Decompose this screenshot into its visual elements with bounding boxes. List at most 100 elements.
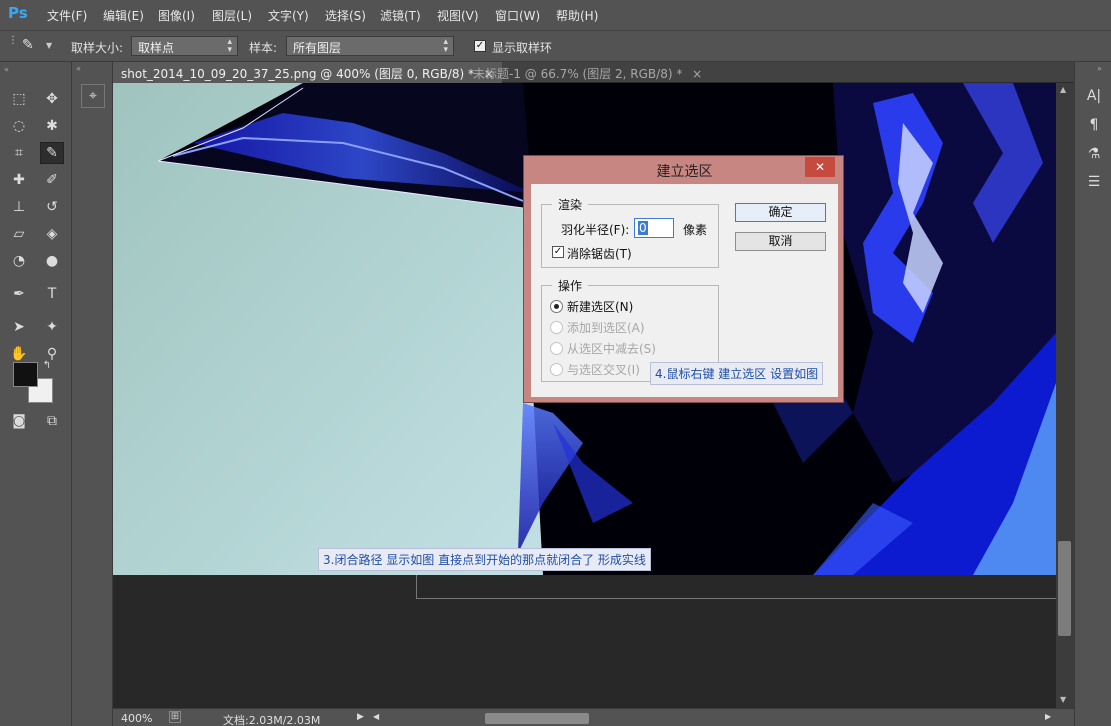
annotation-step-3: 3.闭合路径 显示如图 直接点到开始的那点就闭合了 形成实线 — [318, 548, 651, 571]
menu-type[interactable]: 文字(Y) — [268, 7, 309, 24]
show-ring-label: 显示取样环 — [492, 41, 553, 55]
lasso-icon[interactable]: ◌ — [7, 115, 31, 137]
share-icon[interactable]: ⊞ — [169, 711, 181, 723]
tab-untitled[interactable]: 未标题-1 @ 66.7% (图层 2, RGB/8) * × — [465, 62, 710, 83]
scroll-right-icon[interactable]: ▶ — [1045, 712, 1051, 721]
path-outline — [416, 575, 1056, 599]
photoshop-window: Ps 文件(F) 编辑(E) 图像(I) 图层(L) 文字(Y) 选择(S) 滤… — [0, 0, 1111, 726]
menu-window[interactable]: 窗口(W) — [495, 7, 540, 24]
menu-file[interactable]: 文件(F) — [47, 7, 87, 24]
magic-wand-icon[interactable]: ✱ — [40, 115, 64, 137]
chevron-down-icon[interactable]: ▼ — [46, 41, 52, 50]
tab-label: 未标题-1 @ 66.7% (图层 2, RGB/8) * — [473, 67, 683, 81]
sample-size-select[interactable]: 取样点 ▴ ▾ — [131, 36, 238, 56]
collapse-icon[interactable]: « — [76, 64, 81, 73]
tool-presets-icon[interactable]: ⚗ — [1085, 146, 1103, 164]
marquee-icon[interactable]: ⬚ — [7, 88, 31, 110]
annotation-step-4: 4.鼠标右键 建立选区 设置如图 — [650, 362, 824, 385]
menu-help[interactable]: 帮助(H) — [556, 7, 598, 24]
close-icon[interactable]: ✕ — [805, 157, 835, 177]
quick-mask-icon[interactable]: ◙ — [7, 410, 31, 432]
antialias-label: 消除锯齿(T) — [567, 247, 632, 261]
feather-unit: 像素 — [683, 223, 708, 237]
path-selection-icon[interactable]: ➤ — [7, 316, 31, 338]
eyedropper-preset-icon[interactable]: ✎ — [22, 37, 34, 53]
show-ring-checkbox[interactable]: ✓ — [474, 40, 486, 52]
move-icon[interactable]: ✥ — [40, 88, 64, 110]
menu-layer[interactable]: 图层(L) — [212, 7, 252, 24]
right-panel-column: » A| ¶ ⚗ ☰ — [1074, 62, 1111, 726]
cancel-button[interactable]: 取消 — [735, 232, 826, 251]
pen-icon[interactable]: ✒ — [7, 283, 31, 305]
adjustments-icon[interactable]: ☰ — [1085, 174, 1103, 192]
close-icon[interactable]: × — [692, 67, 702, 81]
sample-size-label: 取样大小: — [71, 41, 124, 55]
new-selection-radio[interactable] — [550, 300, 563, 313]
dialog-title: 建立选区 — [656, 164, 713, 180]
subtract-selection-label: 从选区中减去(S) — [567, 342, 656, 356]
blur-icon[interactable]: ◔ — [7, 250, 31, 272]
scroll-up-icon[interactable]: ▲ — [1060, 85, 1066, 94]
menu-filter[interactable]: 滤镜(T) — [380, 7, 421, 24]
document-tab-bar: shot_2014_10_09_20_37_25.png @ 400% (图层 … — [113, 62, 1074, 83]
menu-view[interactable]: 视图(V) — [437, 7, 479, 24]
ps-logo: Ps — [8, 4, 28, 22]
grip-icon: ⋮ — [8, 35, 18, 46]
intersect-selection-radio[interactable] — [550, 363, 563, 376]
menu-select[interactable]: 选择(S) — [325, 7, 366, 24]
clone-stamp-icon[interactable]: ⊥ — [7, 196, 31, 218]
history-brush-icon[interactable]: ↺ — [40, 196, 64, 218]
menu-image[interactable]: 图像(I) — [158, 7, 195, 24]
status-menu-icon[interactable]: ▶ — [357, 712, 364, 722]
character-panel-icon[interactable]: A| — [1085, 88, 1103, 106]
feather-label: 羽化半径(F): — [561, 223, 630, 237]
updown-arrow-icon: ▴ ▾ — [443, 37, 448, 55]
sample-label: 样本: — [249, 41, 278, 55]
subtract-selection-radio[interactable] — [550, 342, 563, 355]
toolbox: « ⬚ ✥ ◌ ✱ ⌗ ✎ ✚ ✐ ⊥ ↺ ▱ ◈ ◔ ● ✒ T ➤ ✦ ✋ ⚲ ↰ ◙ ⧉ — [0, 62, 72, 726]
healing-brush-icon[interactable]: ✚ — [7, 169, 31, 191]
tab-label: shot_2014_10_09_20_37_25.png @ 400% (图层 … — [121, 67, 474, 81]
vertical-scroll-thumb[interactable] — [1058, 541, 1071, 636]
ok-button[interactable]: 确定 — [735, 203, 826, 222]
eyedropper-icon[interactable]: ✎ — [40, 142, 64, 164]
shape-icon[interactable]: ✦ — [40, 316, 64, 338]
sample-value: 所有图层 — [293, 41, 342, 55]
paragraph-panel-icon[interactable]: ¶ — [1085, 117, 1103, 135]
horizontal-scroll-thumb[interactable] — [485, 713, 589, 724]
menu-bar: Ps 文件(F) 编辑(E) 图像(I) 图层(L) 文字(Y) 选择(S) 滤… — [0, 0, 1111, 30]
collapse-icon[interactable]: « — [4, 65, 9, 74]
foreground-color-swatch[interactable] — [13, 362, 38, 387]
paint-bucket-icon[interactable]: ◈ — [40, 223, 64, 245]
collapsed-panel-column: « ⌖ — [72, 62, 113, 726]
tab-shot[interactable]: shot_2014_10_09_20_37_25.png @ 400% (图层 … — [113, 62, 502, 83]
type-icon[interactable]: T — [40, 283, 64, 305]
vertical-scrollbar[interactable]: ▲ ▼ — [1056, 83, 1074, 708]
options-bar: ⋮ ✎ ▼ 取样大小: 取样点 ▴ ▾ 样本: 所有图层 ▴ ▾ ✓ 显示取样环 — [0, 30, 1111, 62]
antialias-checkbox[interactable]: ✓ — [552, 246, 564, 258]
brush-icon[interactable]: ✐ — [40, 169, 64, 191]
eraser-icon[interactable]: ▱ — [7, 223, 31, 245]
new-selection-label: 新建选区(N) — [567, 300, 634, 314]
dodge-icon[interactable]: ● — [40, 250, 64, 272]
add-selection-radio[interactable] — [550, 321, 563, 334]
updown-arrow-icon: ▴ ▾ — [227, 37, 232, 55]
feather-value: 0 — [638, 221, 648, 235]
menu-edit[interactable]: 编辑(E) — [103, 7, 144, 24]
swap-colors-icon[interactable]: ↰ — [40, 358, 54, 372]
operation-group-label: 操作 — [552, 277, 589, 294]
sample-size-value: 取样点 — [138, 41, 175, 55]
scroll-left-icon[interactable]: ◀ — [373, 712, 379, 721]
sample-select[interactable]: 所有图层 ▴ ▾ — [286, 36, 454, 56]
add-selection-label: 添加到选区(A) — [567, 321, 645, 335]
scroll-down-icon[interactable]: ▼ — [1060, 695, 1066, 704]
screen-mode-icon[interactable]: ⧉ — [40, 410, 64, 432]
expand-icon[interactable]: » — [1097, 64, 1102, 73]
feather-radius-input[interactable]: 0 — [634, 218, 674, 238]
crop-icon[interactable]: ⌗ — [7, 142, 31, 164]
navigator-panel-icon[interactable]: ⌖ — [81, 84, 105, 108]
zoom-level[interactable]: 400% — [121, 712, 152, 725]
doc-size: 文档:2.03M/2.03M — [223, 714, 321, 726]
intersect-selection-label: 与选区交叉(I) — [567, 363, 640, 377]
render-group-label: 渲染 — [552, 196, 589, 213]
